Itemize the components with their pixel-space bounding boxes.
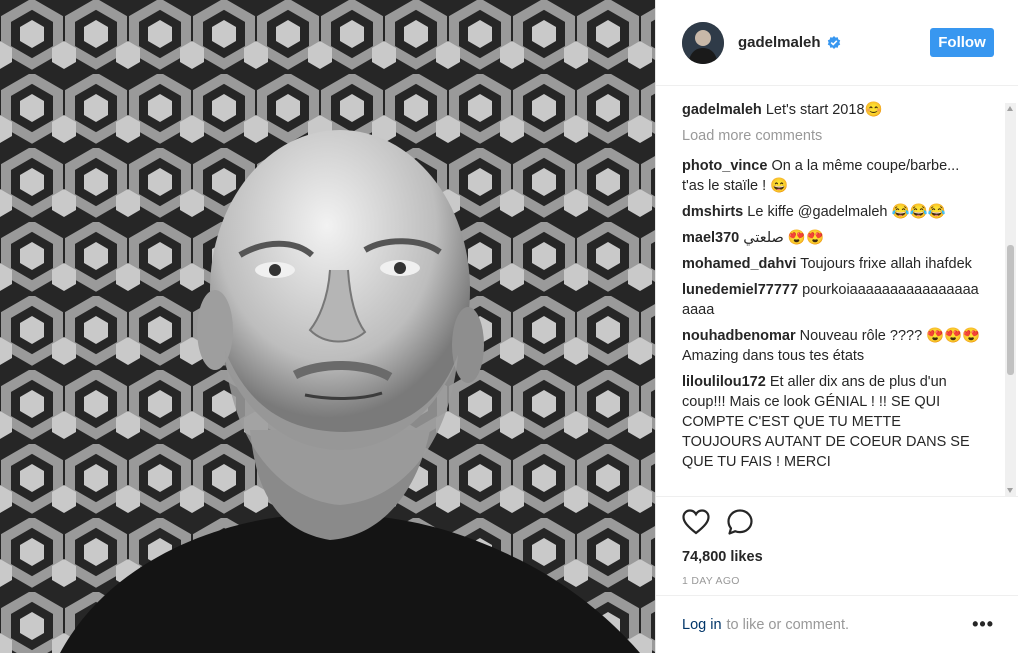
list-item: nouhadbenomar Nouveau rôle ???? 😍😍😍 Amaz… xyxy=(682,326,992,366)
list-item: dmshirts Le kiffe @gadelmaleh 😂😂😂 xyxy=(682,202,992,222)
comment-icon[interactable] xyxy=(726,508,754,536)
login-link[interactable]: Log in xyxy=(682,617,722,633)
comments-scrollbar[interactable] xyxy=(1005,103,1016,496)
more-options-icon[interactable]: ••• xyxy=(972,614,994,635)
action-icons xyxy=(682,507,992,537)
comment-username[interactable]: mohamed_dahvi xyxy=(682,256,796,272)
list-item: liloulilou172 Et aller dix ans de plus d… xyxy=(682,372,992,472)
comment-username[interactable]: mael370 xyxy=(682,230,739,246)
follow-button[interactable]: Follow xyxy=(930,28,994,57)
instagram-post-view: gadelmaleh Follow gadelmaleh Let's start… xyxy=(0,0,1018,653)
post-footer: Log in to like or comment. ••• xyxy=(656,595,1018,653)
comment-username[interactable]: dmshirts xyxy=(682,204,743,220)
list-item: lunedemiel77777 pourkoiaaaaaaaaaaaaaaaaa… xyxy=(682,280,992,320)
caption-text: Let's start 2018😊 xyxy=(765,102,883,118)
list-item: mohamed_dahvi Toujours frixe allah ihafd… xyxy=(682,254,992,274)
post-actions: 74,800 likes 1 DAY AGO xyxy=(656,496,1018,587)
list-item: mael370 صلعتي 😍😍 xyxy=(682,228,992,248)
comments-list: gadelmaleh Let's start 2018😊 Load more c… xyxy=(656,86,1018,496)
comment-text: صلعتي 😍😍 xyxy=(743,230,824,246)
comment-username[interactable]: nouhadbenomar xyxy=(682,328,796,344)
verified-badge-icon xyxy=(827,35,840,49)
scroll-down-icon[interactable] xyxy=(1007,488,1013,493)
comment-username[interactable]: lunedemiel77777 xyxy=(682,282,798,298)
comment-username[interactable]: photo_vince xyxy=(682,158,767,174)
like-count[interactable]: 74,800 likes xyxy=(682,549,992,565)
scroll-up-icon[interactable] xyxy=(1007,106,1013,111)
post-header: gadelmaleh Follow xyxy=(656,0,1018,86)
comment-username[interactable]: liloulilou172 xyxy=(682,374,766,390)
list-item: photo_vince On a la même coupe/barbe... … xyxy=(682,156,992,196)
comment-text: Le kiffe @gadelmaleh 😂😂😂 xyxy=(747,204,946,220)
comment-text: Toujours frixe allah ihafdek xyxy=(800,256,972,272)
post-username[interactable]: gadelmaleh xyxy=(738,34,821,51)
post-timestamp: 1 DAY AGO xyxy=(682,575,740,587)
caption: gadelmaleh Let's start 2018😊 xyxy=(682,100,992,120)
post-sidebar: gadelmaleh Follow gadelmaleh Let's start… xyxy=(655,0,1018,653)
caption-username[interactable]: gadelmaleh xyxy=(682,102,762,118)
post-photo[interactable] xyxy=(0,0,655,653)
scrollbar-thumb[interactable] xyxy=(1007,245,1014,375)
heart-icon[interactable] xyxy=(682,509,710,535)
load-more-comments-button[interactable]: Load more comments xyxy=(682,128,992,144)
avatar[interactable] xyxy=(682,21,724,64)
login-prompt-text: to like or comment. xyxy=(726,616,850,633)
